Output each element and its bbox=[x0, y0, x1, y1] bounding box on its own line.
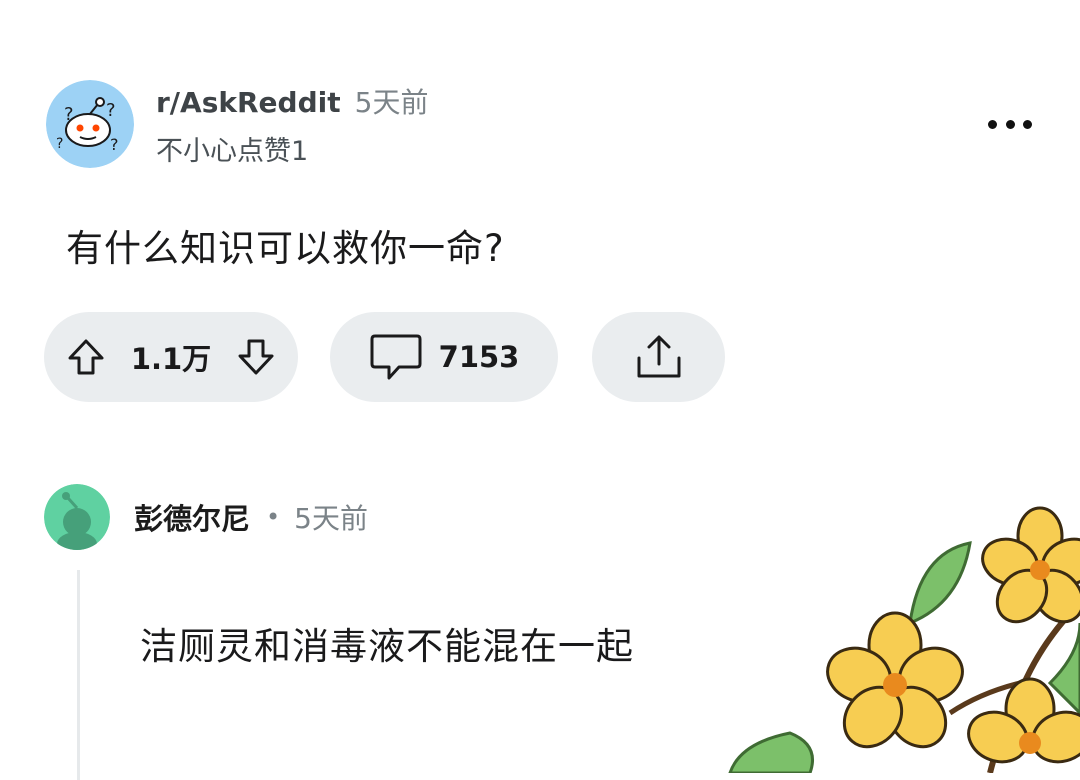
flower-sticker bbox=[728, 506, 1080, 773]
post-meta: r/AskReddit 5天前 不小心点赞1 bbox=[156, 81, 428, 168]
downvote-button[interactable] bbox=[235, 336, 277, 378]
vote-control: 1.1万 bbox=[44, 312, 298, 402]
snoo-confused-icon: ? ? ? ? bbox=[46, 80, 134, 168]
comment-header: 彭德尔尼 • 5天前 bbox=[44, 484, 368, 550]
share-icon bbox=[637, 335, 680, 378]
vote-count: 1.1万 bbox=[130, 342, 212, 376]
more-horizontal-icon-dot bbox=[1023, 119, 1032, 129]
snoo-avatar-icon bbox=[44, 484, 110, 550]
post-timestamp: 5天前 bbox=[354, 85, 429, 119]
subreddit-avatar[interactable]: ? ? ? ? bbox=[46, 80, 134, 168]
comment-bubble-icon bbox=[370, 334, 422, 380]
subreddit-name[interactable]: r/AskReddit bbox=[156, 86, 341, 119]
post-flair: 不小心点赞1 bbox=[156, 135, 309, 167]
post-title[interactable]: 有什么知识可以救你一命? bbox=[66, 218, 505, 272]
arrow-down-icon bbox=[238, 339, 274, 375]
svg-text:?: ? bbox=[110, 135, 119, 154]
comment-username[interactable]: 彭德尔尼 bbox=[134, 496, 250, 538]
more-options-button[interactable] bbox=[988, 110, 1032, 138]
flower-1 bbox=[981, 506, 1080, 624]
arrow-up-icon bbox=[68, 339, 104, 375]
comments-button[interactable]: 7153 bbox=[330, 312, 558, 402]
post-meta-top: r/AskReddit 5天前 bbox=[156, 81, 428, 125]
more-horizontal-icon bbox=[988, 119, 997, 129]
flower-2 bbox=[826, 611, 964, 749]
svg-text:?: ? bbox=[106, 100, 116, 121]
comment-body: 洁厕灵和消毒液不能混在一起 bbox=[140, 625, 634, 668]
comment-timestamp: 5天前 bbox=[294, 502, 368, 535]
user-avatar[interactable] bbox=[44, 484, 110, 550]
more-horizontal-icon-dot bbox=[1005, 119, 1015, 129]
post-header: ? ? ? ? r/AskReddit 5天前 不小心点赞1 bbox=[46, 80, 428, 168]
thread-line[interactable] bbox=[77, 570, 80, 780]
meta-separator: • bbox=[266, 503, 281, 531]
share-button[interactable] bbox=[592, 312, 725, 402]
comment-count: 7153 bbox=[438, 340, 520, 374]
upvote-button[interactable] bbox=[65, 336, 107, 378]
svg-text:?: ? bbox=[56, 136, 63, 152]
svg-text:?: ? bbox=[64, 104, 74, 125]
